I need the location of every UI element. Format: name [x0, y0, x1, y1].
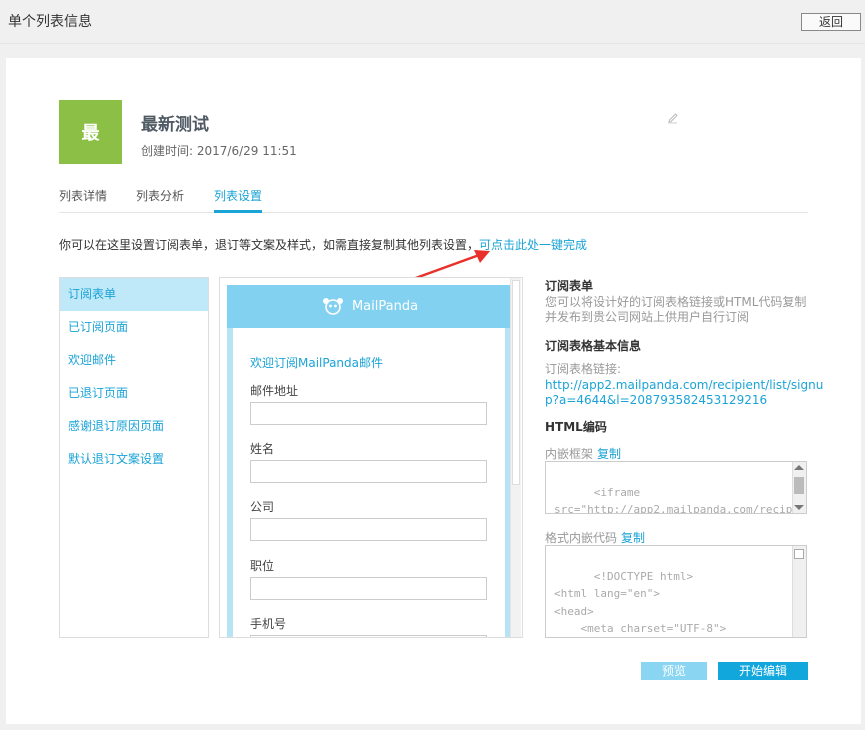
- email-field[interactable]: [250, 402, 487, 425]
- nav-welcome-email[interactable]: 欢迎邮件: [60, 344, 208, 377]
- field-label-name: 姓名: [250, 442, 275, 456]
- tab-bar: 列表详情 列表分析 列表设置: [59, 184, 808, 213]
- start-edit-button[interactable]: 开始编辑: [718, 662, 808, 680]
- pencil-icon[interactable]: [666, 111, 680, 125]
- inline-code-label-row: 格式内嵌代码 复制: [545, 529, 645, 546]
- field-label-company: 公司: [250, 500, 275, 514]
- inline-code: <!DOCTYPE html> <html lang="en"> <head> …: [554, 569, 727, 636]
- nav-subscribed-page[interactable]: 已订阅页面: [60, 311, 208, 344]
- form-preview-canvas: MailPanda 欢迎订阅MailPanda邮件 邮件地址 姓名 公司 职位 …: [227, 285, 511, 637]
- iframe-label-row: 内嵌框架 复制: [545, 445, 621, 462]
- brand-name: MailPanda: [351, 299, 419, 314]
- link-label: 订阅表格链接:: [545, 362, 622, 376]
- nav-unsubscribe-reason-page[interactable]: 感谢退订原因页面: [60, 410, 208, 443]
- inline-code-box[interactable]: <!DOCTYPE html> <html lang="en"> <head> …: [545, 545, 807, 638]
- nav-default-unsubscribe-text[interactable]: 默认退订文案设置: [60, 443, 208, 476]
- company-field[interactable]: [250, 518, 487, 541]
- created-time: 创建时间: 2017/6/29 11:51: [141, 144, 297, 158]
- phone-field[interactable]: [250, 635, 487, 637]
- copy-inline-code-button[interactable]: 复制: [621, 531, 645, 545]
- preview-scrollbar[interactable]: [510, 278, 521, 637]
- name-field[interactable]: [250, 460, 487, 483]
- list-name: 最新测试: [141, 115, 209, 135]
- position-field[interactable]: [250, 577, 487, 600]
- signup-link[interactable]: http://app2.mailpanda.com/recipient/list…: [545, 378, 835, 408]
- html-code-title: HTML编码: [545, 420, 607, 434]
- iframe-code: <iframe src="http://app2.mailpanda.com/r…: [554, 485, 807, 514]
- subscribe-desc: 您可以将设计好的订阅表格链接或HTML代码复制并发布到贵公司网站上供用户自行订阅: [545, 295, 807, 324]
- settings-sidebar: 订阅表单 已订阅页面 欢迎邮件 已退订页面 感谢退订原因页面 默认退订文案设置: [59, 277, 209, 638]
- iframe-code-scrollbar[interactable]: [792, 462, 806, 513]
- iframe-code-box[interactable]: <iframe src="http://app2.mailpanda.com/r…: [545, 461, 807, 514]
- field-label-position: 职位: [250, 559, 275, 573]
- form-preview: MailPanda 欢迎订阅MailPanda邮件 邮件地址 姓名 公司 职位 …: [219, 277, 523, 638]
- field-label-phone: 手机号: [250, 617, 287, 631]
- inline-scroll-thumb[interactable]: [794, 549, 804, 559]
- preview-button[interactable]: 预览: [641, 662, 707, 680]
- tab-list-analysis[interactable]: 列表分析: [136, 187, 184, 213]
- inline-code-scrollbar[interactable]: [792, 546, 806, 637]
- iframe-scroll-thumb[interactable]: [794, 477, 804, 494]
- field-label-email: 邮件地址: [250, 384, 299, 398]
- panda-logo-icon: [322, 297, 343, 315]
- copy-iframe-button[interactable]: 复制: [597, 447, 621, 461]
- back-button[interactable]: 返回: [801, 13, 861, 31]
- scroll-down-icon[interactable]: [794, 505, 804, 510]
- content-card: 最 最新测试 创建时间: 2017/6/29 11:51 列表详情 列表分析 列…: [6, 58, 861, 724]
- inline-code-label: 格式内嵌代码: [545, 531, 618, 545]
- iframe-label: 内嵌框架: [545, 447, 594, 461]
- nav-unsubscribed-page[interactable]: 已退订页面: [60, 377, 208, 410]
- preview-scrollbar-thumb[interactable]: [512, 280, 520, 485]
- form-header: MailPanda: [227, 285, 511, 328]
- tab-list-details[interactable]: 列表详情: [59, 187, 107, 213]
- basic-info-title: 订阅表格基本信息: [545, 339, 642, 353]
- top-bar: 单个列表信息 返回: [0, 0, 865, 44]
- page-title: 单个列表信息: [8, 14, 92, 30]
- nav-subscribe-form[interactable]: 订阅表单: [60, 278, 208, 311]
- list-avatar: 最: [59, 100, 122, 164]
- settings-notice: 你可以在这里设置订阅表单，退订等文案及样式，如需直接复制其他列表设置，可点击此处…: [59, 236, 587, 253]
- form-body: 欢迎订阅MailPanda邮件 邮件地址 姓名 公司 职位 手机号: [233, 328, 505, 637]
- scroll-up-icon[interactable]: [794, 465, 804, 470]
- form-title: 欢迎订阅MailPanda邮件: [250, 356, 384, 370]
- subscribe-title: 订阅表单: [545, 279, 594, 293]
- tab-list-settings[interactable]: 列表设置: [214, 187, 263, 213]
